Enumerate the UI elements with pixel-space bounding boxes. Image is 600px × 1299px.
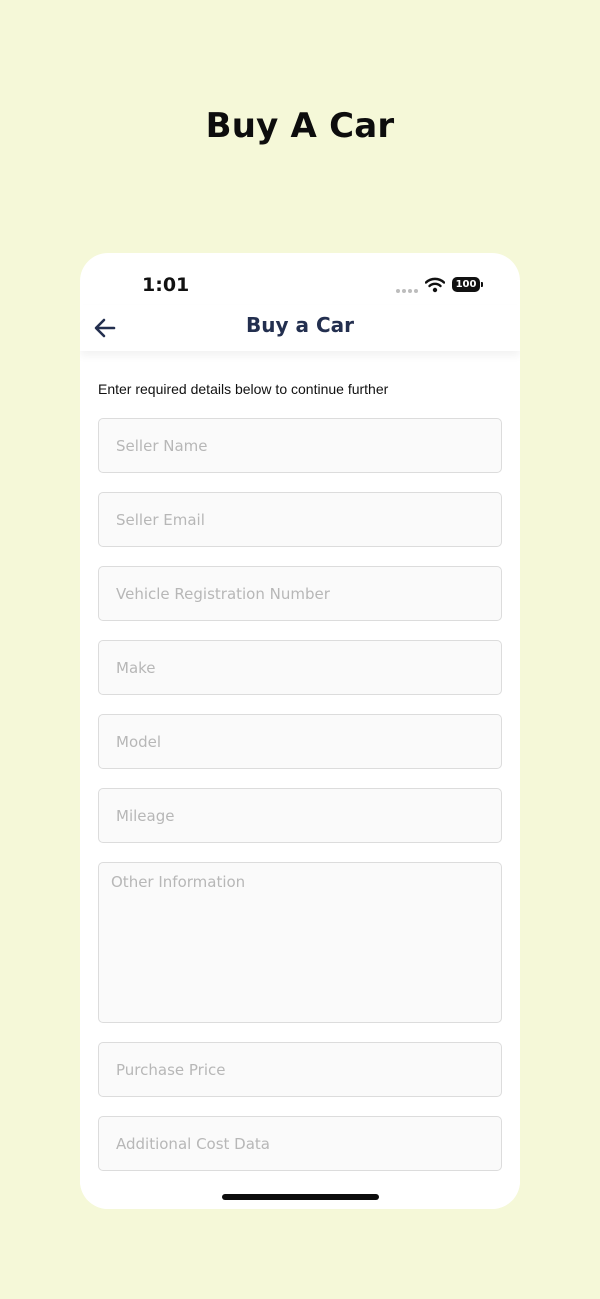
model-input[interactable] [98, 714, 502, 769]
battery-level: 100 [452, 277, 480, 292]
battery-icon: 100 [452, 277, 484, 293]
phone-screen: 1:01 100 Buy a Car Enter required detail… [80, 253, 520, 1209]
wifi-icon [425, 277, 445, 293]
bottom-safe-area [80, 1171, 520, 1209]
promo-title: Buy A Car [205, 106, 395, 146]
back-arrow-icon[interactable] [94, 318, 116, 338]
page-title: Buy a Car [246, 313, 354, 337]
app-header: Buy a Car [80, 305, 520, 351]
status-time: 1:01 [142, 274, 190, 296]
purchase-price-input[interactable] [98, 1042, 502, 1097]
other-information-textarea[interactable] [98, 862, 502, 1023]
seller-name-input[interactable] [98, 418, 502, 473]
make-input[interactable] [98, 640, 502, 695]
seller-email-input[interactable] [98, 492, 502, 547]
additional-cost-input[interactable] [98, 1116, 502, 1171]
form-instruction: Enter required details below to continue… [98, 381, 389, 397]
mileage-input[interactable] [98, 788, 502, 843]
home-indicator[interactable] [222, 1194, 379, 1200]
vehicle-registration-input[interactable] [98, 566, 502, 621]
signal-dots-icon [396, 289, 418, 293]
